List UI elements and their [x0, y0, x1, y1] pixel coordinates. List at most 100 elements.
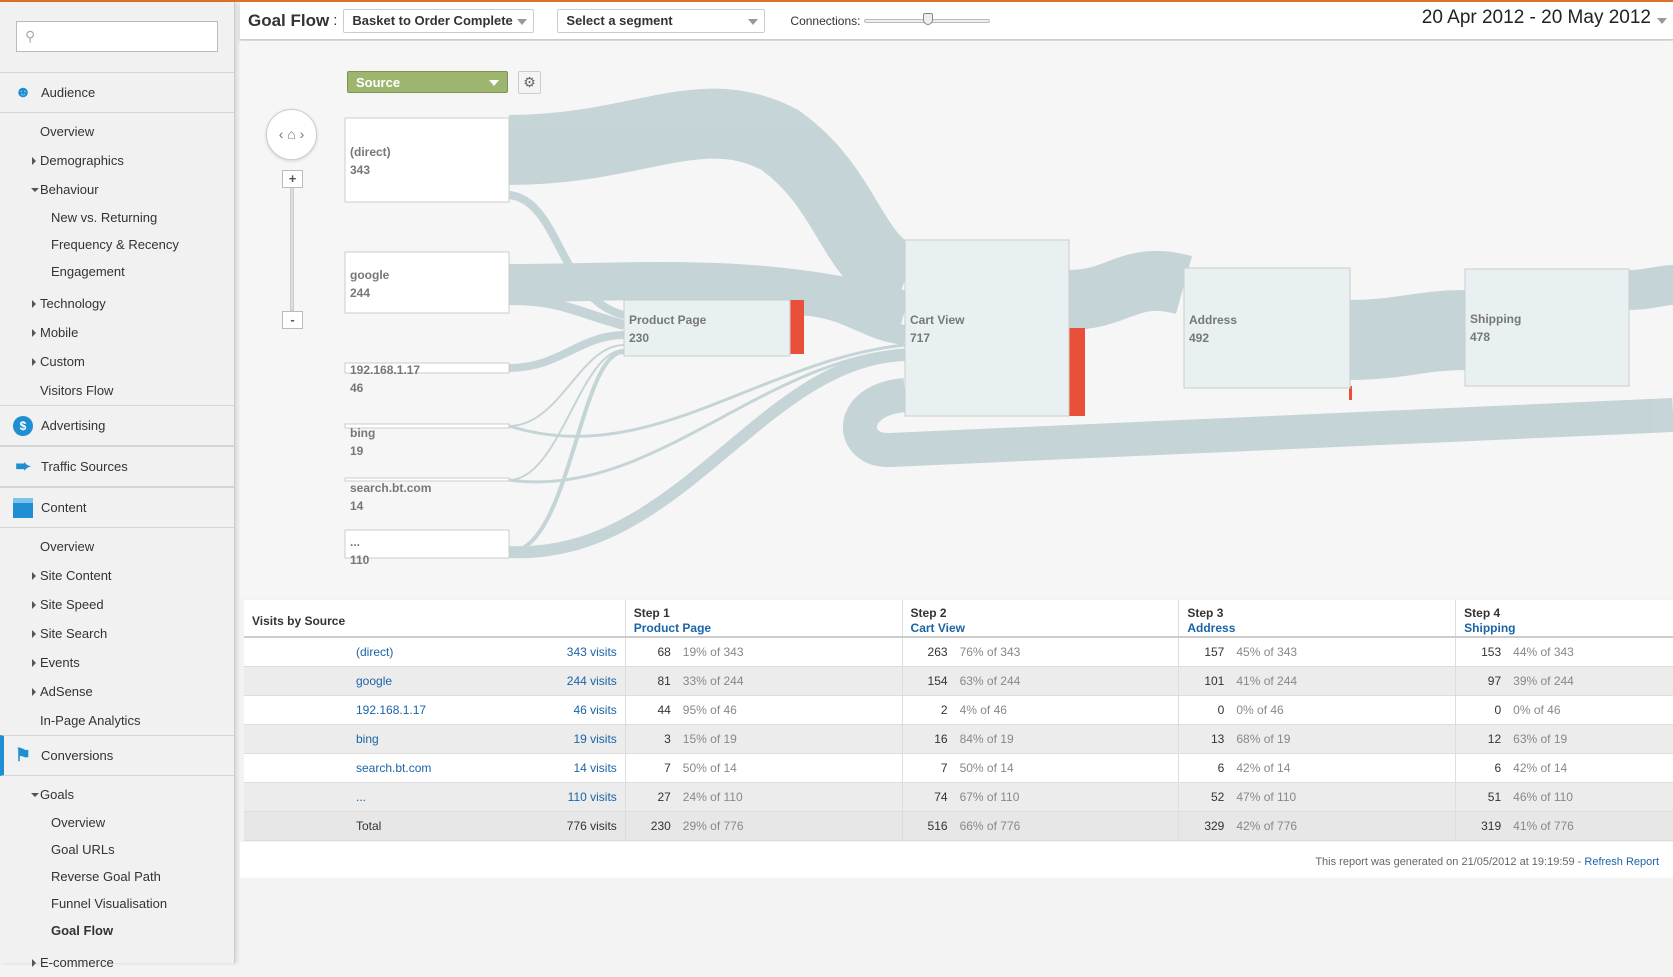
- step-count: 263: [927, 645, 948, 659]
- step-cell: 516 66% of 776: [903, 812, 1180, 840]
- date-range-picker[interactable]: 20 Apr 2012 - 20 May 2012: [1422, 7, 1667, 29]
- step-cell: 153 44% of 343: [1456, 638, 1673, 666]
- step-cell: 74 67% of 110: [903, 783, 1180, 811]
- sidebar-item-custom[interactable]: Custom: [0, 347, 234, 376]
- chevron-down-icon: [1657, 18, 1667, 24]
- sidebar-section-conversions[interactable]: ⚑ Conversions: [0, 735, 234, 776]
- sidebar-item-new-vs-returning[interactable]: New vs. Returning: [0, 204, 234, 231]
- step-count: 0: [1494, 703, 1502, 717]
- report-toolbar: Goal Flow : Basket to Order Complete Sel…: [240, 2, 1673, 40]
- source-link[interactable]: 192.168.1.17: [356, 703, 426, 717]
- sidebar-item-reverse-goal-path[interactable]: Reverse Goal Path: [0, 863, 234, 890]
- step-node-address[interactable]: Address 492: [1184, 311, 1237, 347]
- dimension-select[interactable]: Source: [347, 71, 508, 93]
- source-node-ip[interactable]: 192.168.1.17 46: [345, 361, 420, 397]
- sidebar-section-traffic-sources[interactable]: ➨ Traffic Sources: [0, 446, 234, 487]
- sidebar-item-demographics[interactable]: Demographics: [0, 146, 234, 175]
- connections-slider[interactable]: [864, 12, 991, 25]
- sidebar-section-content[interactable]: Content: [0, 487, 234, 528]
- step-percent: 33% of 244: [682, 674, 744, 688]
- zoom-track[interactable]: [290, 181, 294, 311]
- source-node-google[interactable]: google 244: [345, 266, 389, 302]
- step-count: 154: [927, 674, 948, 688]
- source-node-bing[interactable]: bing 19: [345, 424, 375, 460]
- sidebar-item-content-overview[interactable]: Overview: [0, 532, 234, 561]
- search-icon: ⚲: [25, 28, 36, 44]
- sidebar-section-audience[interactable]: ☻ Audience: [0, 72, 234, 113]
- source-node-other[interactable]: ... 110: [345, 533, 369, 569]
- section-label: Content: [41, 500, 87, 515]
- step-count: 68: [657, 645, 671, 659]
- sidebar-item-goals-overview[interactable]: Overview: [0, 809, 234, 836]
- source-node-direct[interactable]: (direct) 343: [345, 143, 391, 179]
- step-percent: 29% of 776: [682, 819, 744, 833]
- step-percent: 39% of 244: [1513, 674, 1574, 688]
- sidebar-item-adsense[interactable]: AdSense: [0, 677, 234, 706]
- sidebar-item-goal-flow[interactable]: Goal Flow: [0, 917, 234, 944]
- node-value: 110: [350, 553, 370, 567]
- source-link[interactable]: search.bt.com: [356, 761, 431, 775]
- pan-home-control[interactable]: ‹ ⌂ ›: [266, 109, 317, 160]
- step-name-link[interactable]: Product Page: [634, 621, 902, 636]
- header-step4: Step 4 Shipping: [1456, 600, 1673, 636]
- slider-thumb[interactable]: [923, 12, 934, 25]
- source-link[interactable]: bing: [356, 732, 379, 746]
- step-node-product-page[interactable]: Product Page 230: [624, 311, 706, 347]
- step-cell: 81 33% of 244: [626, 667, 903, 695]
- step-count: 12: [1487, 732, 1502, 746]
- step-node-cart-view[interactable]: Cart View 717: [905, 311, 964, 347]
- sidebar-item-site-speed[interactable]: Site Speed: [0, 590, 234, 619]
- zoom-out-button[interactable]: -: [282, 311, 303, 329]
- sidebar-section-advertising[interactable]: $ Advertising: [0, 405, 234, 446]
- visits-link[interactable]: 14 visits: [573, 761, 616, 775]
- step-name-link[interactable]: Shipping: [1464, 621, 1673, 636]
- settings-gear-icon[interactable]: ⚙: [518, 71, 541, 94]
- sidebar-item-site-content[interactable]: Site Content: [0, 561, 234, 590]
- segment-select[interactable]: Select a segment: [557, 8, 766, 33]
- goal-select-value: Basket to Order Complete: [352, 13, 513, 28]
- sidebar-item-visitors-flow[interactable]: Visitors Flow: [0, 376, 234, 405]
- visits-link[interactable]: 46 visits: [573, 703, 616, 717]
- node-value: 717: [910, 331, 931, 345]
- source-cell: search.bt.com 14 visits: [244, 754, 626, 782]
- visits-link[interactable]: 110 visits: [568, 790, 617, 804]
- visits-link[interactable]: 244 visits: [567, 674, 617, 688]
- step-percent: 50% of 14: [959, 761, 1014, 775]
- sidebar-item-mobile[interactable]: Mobile: [0, 318, 234, 347]
- step-cell: 51 46% of 110: [1456, 783, 1673, 811]
- source-node-search-bt[interactable]: search.bt.com 14: [345, 479, 431, 515]
- sidebar-item-funnel-visualisation[interactable]: Funnel Visualisation: [0, 890, 234, 917]
- table-row: 192.168.1.17 46 visits 44 95% of 46 2 4% of 4…: [244, 696, 1673, 725]
- visits-link[interactable]: 343 visits: [567, 645, 617, 659]
- sidebar-item-in-page-analytics[interactable]: In-Page Analytics: [0, 706, 234, 735]
- search-input[interactable]: ⚲: [16, 21, 218, 52]
- visits-link[interactable]: 19 visits: [573, 732, 616, 746]
- sidebar-item-overview[interactable]: Overview: [0, 117, 234, 146]
- zoom-in-button[interactable]: +: [282, 170, 303, 188]
- step-node-shipping[interactable]: Shipping 478: [1465, 310, 1521, 346]
- step-name-link[interactable]: Cart View: [911, 621, 1179, 636]
- sidebar-item-engagement[interactable]: Engagement: [0, 258, 234, 285]
- header-step1: Step 1 Product Page: [626, 600, 903, 636]
- table-row: bing 19 visits 3 15% of 19 16 84% of 19 13 68% …: [244, 725, 1673, 754]
- source-link[interactable]: (direct): [356, 645, 393, 659]
- source-cell: (direct) 343 visits: [244, 638, 626, 666]
- sidebar-item-site-search[interactable]: Site Search: [0, 619, 234, 648]
- sidebar-item-frequency-recency[interactable]: Frequency & Recency: [0, 231, 234, 258]
- step-count: 516: [927, 819, 948, 833]
- refresh-report-link[interactable]: Refresh Report: [1584, 856, 1659, 868]
- flow-link: [508, 349, 906, 559]
- goal-select[interactable]: Basket to Order Complete: [343, 8, 535, 33]
- step-cell: 7 50% of 14: [626, 754, 903, 782]
- step-name-link[interactable]: Address: [1187, 621, 1455, 636]
- step-count: 97: [1487, 674, 1502, 688]
- source-link[interactable]: ...: [356, 790, 366, 804]
- item-label: Site Speed: [40, 597, 104, 612]
- sidebar-item-events[interactable]: Events: [0, 648, 234, 677]
- source-link[interactable]: google: [356, 674, 392, 688]
- node-label: Address: [1189, 313, 1238, 327]
- sidebar-item-technology[interactable]: Technology: [0, 289, 234, 318]
- sidebar-item-goal-urls[interactable]: Goal URLs: [0, 836, 234, 863]
- sidebar-item-behaviour[interactable]: Behaviour: [0, 175, 234, 204]
- sidebar-item-goals[interactable]: Goals: [0, 780, 234, 809]
